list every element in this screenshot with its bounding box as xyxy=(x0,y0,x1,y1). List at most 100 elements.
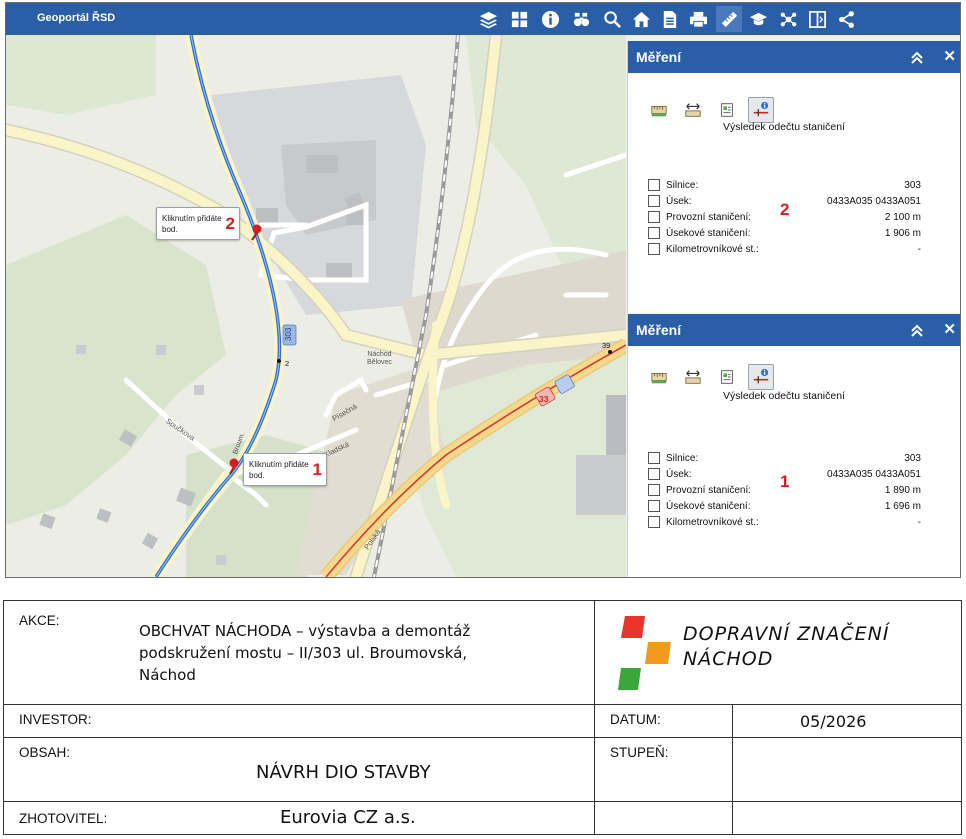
measure-distance-icon[interactable] xyxy=(646,97,672,123)
km-label-2: 2 xyxy=(285,359,290,368)
grid-icon[interactable] xyxy=(506,6,532,32)
datum-value: 05/2026 xyxy=(800,712,867,731)
result-row-silnice: Silnice: 303 xyxy=(648,179,921,193)
zhotovitel-label: ZHOTOVITEL: xyxy=(19,811,108,826)
measure-area-icon[interactable] xyxy=(714,97,740,123)
network-icon[interactable] xyxy=(775,6,801,32)
split-view-icon[interactable] xyxy=(804,6,830,32)
akce-line-1: OBCHVAT NÁCHODA – výstavba a demontáž xyxy=(139,622,471,640)
share-icon[interactable] xyxy=(833,6,859,32)
info-icon[interactable] xyxy=(537,6,563,32)
silnice-checkbox[interactable] xyxy=(648,452,660,464)
route-label-33: 33 xyxy=(539,394,549,404)
result-row-kilometrovnik: Kilometrovníkové st.: - xyxy=(648,516,921,530)
obsah-value: NÁVRH DIO STAVBY xyxy=(256,762,431,783)
map-graphics xyxy=(6,28,633,577)
row-label: Úsek: xyxy=(666,196,692,207)
ruler-icon[interactable] xyxy=(716,6,742,32)
row-label: Provozní staničení: xyxy=(666,212,752,223)
graduation-cap-icon[interactable] xyxy=(745,6,771,32)
logo-line-2: NÁCHOD xyxy=(683,648,774,670)
km-label-39: 39 xyxy=(602,341,611,350)
usek-checkbox[interactable] xyxy=(648,195,660,207)
panel-header: Měření ✕ xyxy=(628,314,960,346)
row-label: Úsek: xyxy=(666,469,692,480)
result-marker: 1 xyxy=(780,472,790,491)
company-logo-icon xyxy=(618,616,671,690)
row-label: Provozní staničení: xyxy=(666,485,752,496)
map-viewer: Geoportál ŘSD 303 33 Součkova Písečná Kl… xyxy=(5,2,961,578)
panel-header: Měření ✕ xyxy=(628,41,960,73)
callout-number: 2 xyxy=(225,214,235,233)
row-value: 303 xyxy=(904,453,921,464)
measure-length-icon[interactable] xyxy=(680,364,706,390)
layers-icon[interactable] xyxy=(475,6,501,32)
logo-line-1: DOPRAVNÍ ZNAČENÍ xyxy=(683,623,890,645)
close-icon[interactable]: ✕ xyxy=(943,320,956,338)
row-value: 0433A035 0433A051 xyxy=(827,469,921,480)
row-value: 0433A035 0433A051 xyxy=(827,196,921,207)
app-title: Geoportál ŘSD xyxy=(37,12,116,24)
map-canvas[interactable]: 303 33 Součkova Písečná Kladská Polská B… xyxy=(6,28,633,577)
print-icon[interactable] xyxy=(685,6,711,32)
callout-point-1: Kliknutím přidáte bod. 1 xyxy=(243,453,327,486)
home-icon[interactable] xyxy=(628,6,654,32)
row-label: Kilometrovníkové st.: xyxy=(666,517,759,528)
datum-label: DATUM: xyxy=(610,712,661,727)
row-value: - xyxy=(917,244,921,255)
stationing-query-icon[interactable] xyxy=(748,364,774,390)
panel-title: Měření xyxy=(636,322,682,338)
search-icon[interactable] xyxy=(599,6,625,32)
investor-label: INVESTOR: xyxy=(19,712,92,727)
callout-text: Kliknutím přidáte bod. xyxy=(249,460,309,480)
provozni-checkbox[interactable] xyxy=(648,211,660,223)
row-label: Úsekové staničení: xyxy=(666,228,751,239)
collapse-icon[interactable] xyxy=(909,49,925,65)
stupen-label: STUPEŇ: xyxy=(610,745,669,760)
result-row-usekove: Úsekové staničení: 1 696 m xyxy=(648,500,921,514)
usek-checkbox[interactable] xyxy=(648,468,660,480)
callout-number: 1 xyxy=(312,460,322,479)
row-value: 303 xyxy=(904,180,921,191)
station-label: Náchod Bělovec xyxy=(367,351,392,366)
panel-title: Měření xyxy=(636,49,682,65)
result-title: Výsledek odečtu staničení xyxy=(723,390,845,402)
usekove-checkbox[interactable] xyxy=(648,500,660,512)
row-label: Kilometrovníkové st.: xyxy=(666,244,759,255)
row-value: 2 100 m xyxy=(884,212,921,223)
result-row-silnice: Silnice: 303 xyxy=(648,452,921,466)
akce-line-2: podskružení mostu – II/303 ul. Broumovsk… xyxy=(139,644,468,662)
kilometrovnik-checkbox[interactable] xyxy=(648,243,660,255)
callout-text: Kliknutím přidáte bod. xyxy=(162,214,222,234)
company-logo-text: DOPRAVNÍ ZNAČENÍ NÁCHOD xyxy=(683,622,953,672)
result-row-usekove: Úsekové staničení: 1 906 m xyxy=(648,227,921,241)
route-label-303: 303 xyxy=(284,327,293,341)
measure-area-icon[interactable] xyxy=(714,364,740,390)
row-value: - xyxy=(917,517,921,528)
result-title: Výsledek odečtu staničení xyxy=(723,121,845,133)
zhotovitel-value: Eurovia CZ a.s. xyxy=(280,807,416,828)
result-row-kilometrovnik: Kilometrovníkové st.: - xyxy=(648,243,921,257)
measure-distance-icon[interactable] xyxy=(646,364,672,390)
kilometrovnik-checkbox[interactable] xyxy=(648,516,660,528)
collapse-icon[interactable] xyxy=(909,322,925,338)
akce-label: AKCE: xyxy=(19,613,60,628)
row-value: 1 906 m xyxy=(884,228,921,239)
measure-length-icon[interactable] xyxy=(680,97,706,123)
top-toolbar: Geoportál ŘSD xyxy=(6,3,960,35)
usekove-checkbox[interactable] xyxy=(648,227,660,239)
binoculars-icon[interactable] xyxy=(568,6,594,32)
row-label: Silnice: xyxy=(666,180,699,191)
stationing-query-icon[interactable] xyxy=(748,97,774,123)
result-marker: 2 xyxy=(780,200,790,219)
akce-line-3: Náchod xyxy=(139,666,196,684)
row-label: Silnice: xyxy=(666,453,699,464)
row-label: Úsekové staničení: xyxy=(666,501,751,512)
close-icon[interactable]: ✕ xyxy=(943,47,956,65)
provozni-checkbox[interactable] xyxy=(648,484,660,496)
measurement-panel-top: Měření ✕ Výsledek odečtu staničení Silni… xyxy=(627,41,960,313)
document-icon[interactable] xyxy=(656,6,682,32)
obsah-label: OBSAH: xyxy=(19,745,71,760)
silnice-checkbox[interactable] xyxy=(648,179,660,191)
callout-point-2: Kliknutím přidáte bod. 2 xyxy=(156,207,240,240)
